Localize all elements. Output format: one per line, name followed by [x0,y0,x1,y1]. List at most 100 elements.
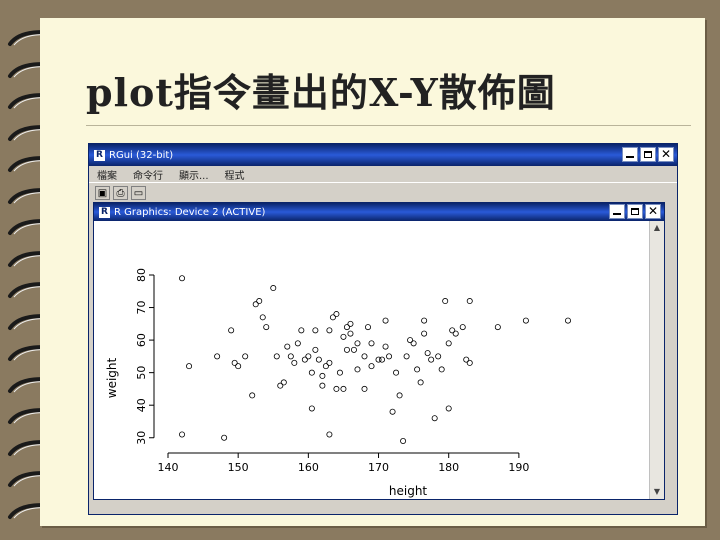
data-point [186,363,193,370]
data-point [319,372,326,379]
title-divider [86,125,691,126]
graphics-titlebar[interactable]: R R Graphics: Device 2 (ACTIVE) ✕ [94,203,664,221]
toolbar: ▣ ⎙ ▭ [89,182,677,203]
data-point [228,327,235,334]
data-point [350,346,357,353]
data-point [435,353,442,360]
data-point [221,434,228,441]
data-point [361,353,368,360]
graphics-minimize-button[interactable] [609,204,625,219]
maximize-icon [644,151,652,158]
data-point [259,314,266,321]
vertical-scrollbar[interactable]: ▲ ▼ [649,221,664,499]
data-point [431,415,438,422]
y-tick-label: 50 [135,366,148,380]
open-icon[interactable]: ▣ [95,186,110,200]
data-point [368,363,375,370]
data-point [214,353,221,360]
data-point [319,382,326,389]
data-point [382,317,389,324]
copy-icon[interactable]: ▭ [131,186,146,200]
data-point [421,317,428,324]
close-button[interactable]: ✕ [658,147,674,162]
data-point [308,369,315,376]
menu-item-file[interactable]: 檔案 [97,167,117,182]
x-tick-label: 190 [508,461,529,474]
data-point [459,324,466,331]
menu-item-command[interactable]: 命令行 [133,167,163,182]
data-point [312,346,319,353]
scroll-up-icon[interactable]: ▲ [652,223,662,233]
data-point [368,340,375,347]
data-point [403,353,410,360]
data-point [235,363,242,370]
data-point [326,327,333,334]
x-tick-label: 140 [158,461,179,474]
data-point [280,379,287,386]
data-point [396,392,403,399]
data-point [424,350,431,357]
close-icon: ✕ [660,147,672,161]
data-point [333,385,340,392]
data-point [263,324,270,331]
data-point [336,369,343,376]
save-icon[interactable]: ⎙ [113,186,128,200]
data-point [294,340,301,347]
data-point [445,405,452,412]
data-point [400,437,407,444]
data-point [273,353,280,360]
data-point [284,343,291,350]
graphics-maximize-button[interactable] [627,204,643,219]
data-point [242,353,249,360]
minimize-icon [613,213,621,215]
data-point [364,324,371,331]
data-point [410,340,417,347]
data-point [312,327,319,334]
graphics-close-button[interactable]: ✕ [645,204,661,219]
data-point [343,346,350,353]
x-tick-label: 160 [298,461,319,474]
data-point [389,408,396,415]
data-point [438,366,445,373]
maximize-icon [631,208,639,215]
data-point [522,317,529,324]
graphics-window[interactable]: R R Graphics: Device 2 (ACTIVE) ✕ 140 150… [93,202,665,500]
data-point [326,431,333,438]
minimize-button[interactable] [622,147,638,162]
data-point [179,275,186,282]
minimize-icon [626,156,634,158]
maximize-button[interactable] [640,147,656,162]
data-point [379,356,386,363]
r-app-icon: R [94,149,105,161]
data-point [179,431,186,438]
data-point [315,356,322,363]
data-point [347,330,354,337]
data-point [298,327,305,334]
menu-item-program[interactable]: 程式 [225,167,245,182]
rgui-window-title: RGui (32-bit) [109,149,174,161]
data-point [417,379,424,386]
data-point [354,340,361,347]
data-point [564,317,571,324]
data-point [354,366,361,373]
x-tick-label: 180 [438,461,459,474]
menu-item-view[interactable]: 顯示... [179,167,209,182]
data-point [305,353,312,360]
slide-title: plot指令畫出的X-Y散佈圖 [86,70,556,115]
data-point [361,385,368,392]
data-point [428,356,435,363]
data-point [333,311,340,318]
rgui-window[interactable]: R RGui (32-bit) ✕ 檔案 命令行 顯示... 程式 ▣ ⎙ ▭ … [88,143,678,515]
scroll-down-icon[interactable]: ▼ [652,487,662,497]
y-tick-label: 40 [135,398,148,412]
menubar: 檔案 命令行 顯示... 程式 [89,166,677,182]
data-point [340,385,347,392]
rgui-titlebar[interactable]: R RGui (32-bit) ✕ [89,144,677,166]
data-point [326,359,333,366]
x-axis-label: height [389,484,428,498]
data-point [445,340,452,347]
data-point [287,353,294,360]
data-point [270,285,277,292]
x-tick-label: 170 [368,461,389,474]
data-point [340,333,347,340]
